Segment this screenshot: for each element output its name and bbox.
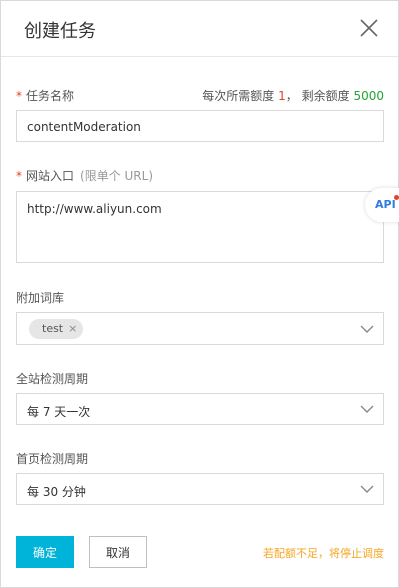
confirm-button[interactable]: 确定	[16, 536, 74, 568]
quota-prefix: 每次所需额度	[202, 89, 275, 103]
create-task-dialog: 创建任务 * 任务名称 每次所需额度 1， 剩余额度 5000 contentMo…	[0, 0, 399, 588]
site-cycle-label-row: 全站检测周期	[16, 370, 384, 388]
quota-separator: ，	[285, 89, 298, 103]
task-name-value: contentModeration	[27, 120, 141, 134]
quota-remaining-value: 5000	[353, 89, 384, 103]
dictionary-tag: test ×	[29, 319, 84, 339]
notification-dot	[394, 195, 399, 200]
dictionary-label: 附加词库	[16, 291, 65, 305]
quota-cost: 1	[278, 89, 286, 103]
required-mark: *	[16, 169, 22, 183]
chevron-down-icon[interactable]	[360, 482, 374, 496]
dialog-title: 创建任务	[24, 21, 96, 42]
quota-info: 每次所需额度 1， 剩余额度 5000	[202, 87, 384, 104]
home-cycle-label: 首页检测周期	[16, 452, 89, 466]
dictionary-label-row: 附加词库	[16, 289, 384, 307]
site-entry-label: 网站入口	[26, 169, 75, 183]
site-entry-value: http://www.aliyun.com	[27, 202, 162, 216]
site-entry-label-row: * 网站入口 (限单个 URL)	[16, 167, 384, 185]
tag-remove-icon[interactable]: ×	[68, 322, 77, 335]
task-name-label-row: * 任务名称 每次所需额度 1， 剩余额度 5000	[16, 87, 384, 105]
close-icon[interactable]	[359, 18, 379, 38]
chevron-down-icon[interactable]	[360, 322, 374, 336]
quota-warning: 若配额不足，将停止调度	[263, 547, 384, 560]
required-mark: *	[16, 89, 22, 103]
home-cycle-select[interactable]: 每 30 分钟	[16, 473, 384, 505]
site-entry-hint: (限单个 URL)	[80, 169, 154, 183]
site-cycle-label: 全站检测周期	[16, 372, 89, 386]
api-badge[interactable]: API	[365, 188, 399, 222]
dialog-header: 创建任务	[1, 1, 398, 57]
quota-remaining-label: 剩余额度	[301, 89, 350, 103]
home-cycle-label-row: 首页检测周期	[16, 450, 384, 468]
site-cycle-select[interactable]: 每 7 天一次	[16, 393, 384, 425]
dictionary-tag-label: test	[42, 322, 64, 335]
home-cycle-value: 每 30 分钟	[27, 485, 86, 499]
site-entry-textarea[interactable]: http://www.aliyun.com	[16, 191, 384, 263]
task-name-label: 任务名称	[26, 89, 75, 103]
api-badge-label: API	[375, 198, 396, 211]
cancel-button[interactable]: 取消	[89, 536, 147, 568]
chevron-down-icon[interactable]	[360, 402, 374, 416]
site-cycle-value: 每 7 天一次	[27, 405, 91, 419]
task-name-input[interactable]: contentModeration	[16, 110, 384, 142]
dictionary-select[interactable]: test ×	[16, 312, 384, 345]
